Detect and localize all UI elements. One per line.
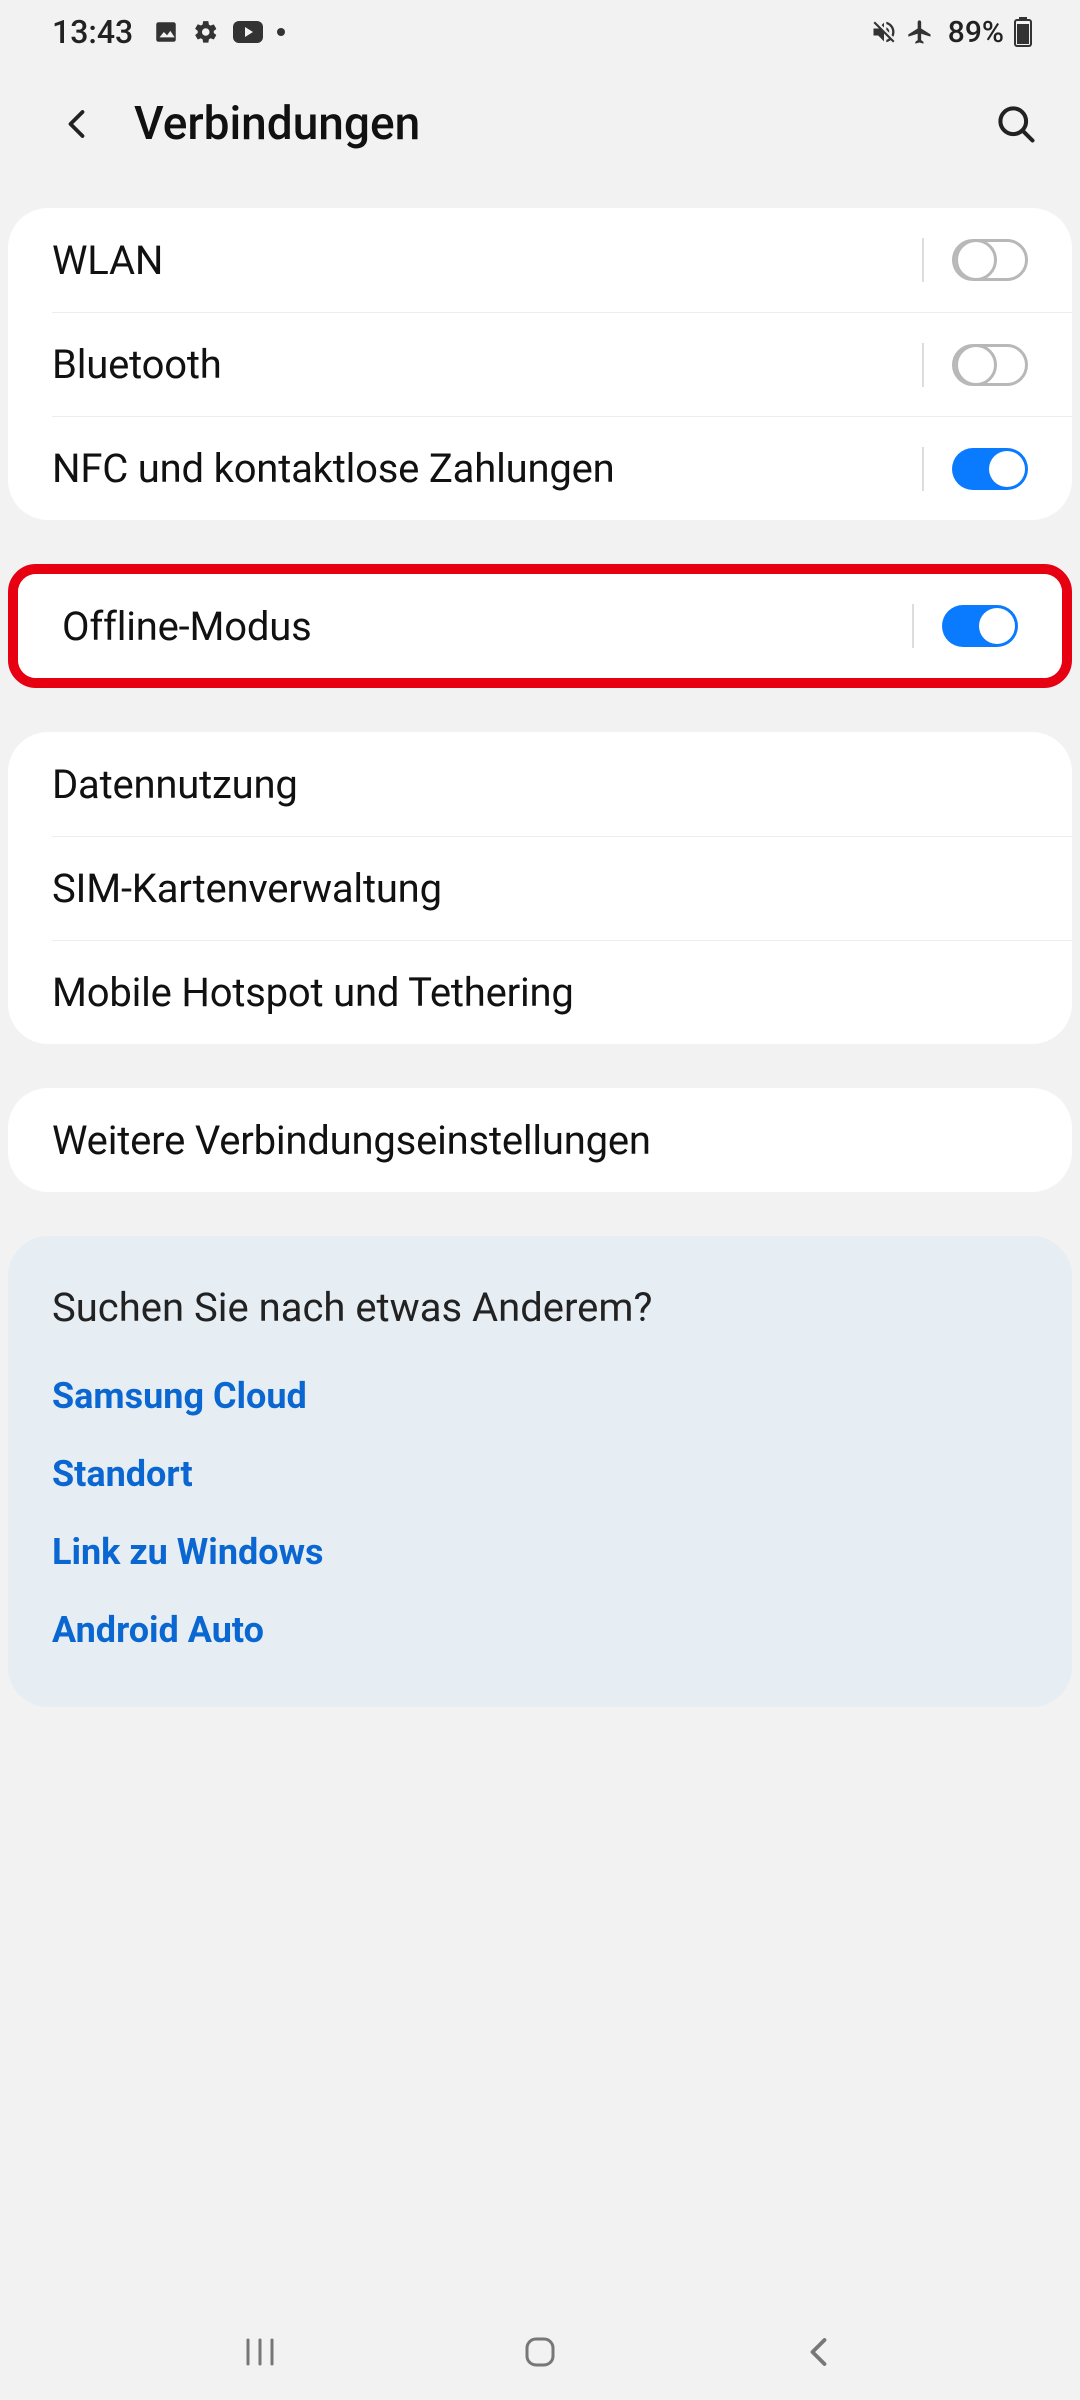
dot-icon xyxy=(277,28,285,36)
page-title: Verbindungen xyxy=(134,97,988,151)
header: Verbindungen xyxy=(0,64,1080,184)
toggle-bluetooth[interactable] xyxy=(952,344,1028,386)
mute-icon xyxy=(870,18,898,46)
battery-icon xyxy=(1014,17,1032,47)
divider xyxy=(922,238,924,282)
row-wlan[interactable]: WLAN xyxy=(8,208,1072,312)
row-data-usage[interactable]: Datennutzung xyxy=(8,732,1072,836)
label-data-usage: Datennutzung xyxy=(52,761,1028,808)
link-android-auto[interactable]: Android Auto xyxy=(52,1609,1028,1651)
nav-home-button[interactable] xyxy=(505,2322,575,2382)
search-button[interactable] xyxy=(988,96,1044,152)
card-more: Weitere Verbindungseinstellungen xyxy=(8,1088,1072,1192)
battery-percent-text: 89% xyxy=(948,15,1004,50)
label-hotspot: Mobile Hotspot und Tethering xyxy=(52,969,1028,1016)
row-offline-mode[interactable]: Offline-Modus xyxy=(18,574,1062,678)
label-offline: Offline-Modus xyxy=(62,603,884,650)
card-wireless: WLAN Bluetooth NFC und kontaktlose Zahlu… xyxy=(8,208,1072,520)
row-bluetooth[interactable]: Bluetooth xyxy=(52,312,1072,416)
divider xyxy=(922,447,924,491)
label-more: Weitere Verbindungseinstellungen xyxy=(52,1117,1028,1164)
card-offline: Offline-Modus xyxy=(18,574,1062,678)
label-bluetooth: Bluetooth xyxy=(52,341,894,388)
nav-bar xyxy=(0,2304,1080,2400)
card-data: Datennutzung SIM-Kartenverwaltung Mobile… xyxy=(8,732,1072,1044)
divider xyxy=(922,343,924,387)
footer-title: Suchen Sie nach etwas Anderem? xyxy=(52,1284,1028,1331)
status-bar: 13:43 89% xyxy=(0,0,1080,64)
nav-recents-button[interactable] xyxy=(225,2322,295,2382)
status-time: 13:43 xyxy=(52,13,133,51)
picture-icon xyxy=(153,19,179,45)
divider xyxy=(912,604,914,648)
row-nfc[interactable]: NFC und kontaktlose Zahlungen xyxy=(52,416,1072,520)
label-wlan: WLAN xyxy=(52,237,894,284)
status-left: 13:43 xyxy=(52,13,285,51)
gear-icon xyxy=(193,19,219,45)
link-link-windows[interactable]: Link zu Windows xyxy=(52,1531,1028,1573)
content-scroll[interactable]: WLAN Bluetooth NFC und kontaktlose Zahlu… xyxy=(0,184,1080,2304)
youtube-icon xyxy=(233,21,263,43)
link-samsung-cloud[interactable]: Samsung Cloud xyxy=(52,1375,1028,1417)
nav-back-button[interactable] xyxy=(785,2322,855,2382)
back-button[interactable] xyxy=(50,96,106,152)
label-nfc: NFC und kontaktlose Zahlungen xyxy=(52,445,894,492)
row-more-settings[interactable]: Weitere Verbindungseinstellungen xyxy=(8,1088,1072,1192)
toggle-wlan[interactable] xyxy=(952,239,1028,281)
footer-card: Suchen Sie nach etwas Anderem? Samsung C… xyxy=(8,1236,1072,1707)
row-hotspot[interactable]: Mobile Hotspot und Tethering xyxy=(52,940,1072,1044)
toggle-nfc[interactable] xyxy=(952,448,1028,490)
row-sim[interactable]: SIM-Kartenverwaltung xyxy=(52,836,1072,940)
highlight-offline-mode: Offline-Modus xyxy=(8,564,1072,688)
toggle-offline[interactable] xyxy=(942,605,1018,647)
label-sim: SIM-Kartenverwaltung xyxy=(52,865,1028,912)
airplane-icon xyxy=(906,18,934,46)
link-standort[interactable]: Standort xyxy=(52,1453,1028,1495)
status-right: 89% xyxy=(870,15,1032,50)
